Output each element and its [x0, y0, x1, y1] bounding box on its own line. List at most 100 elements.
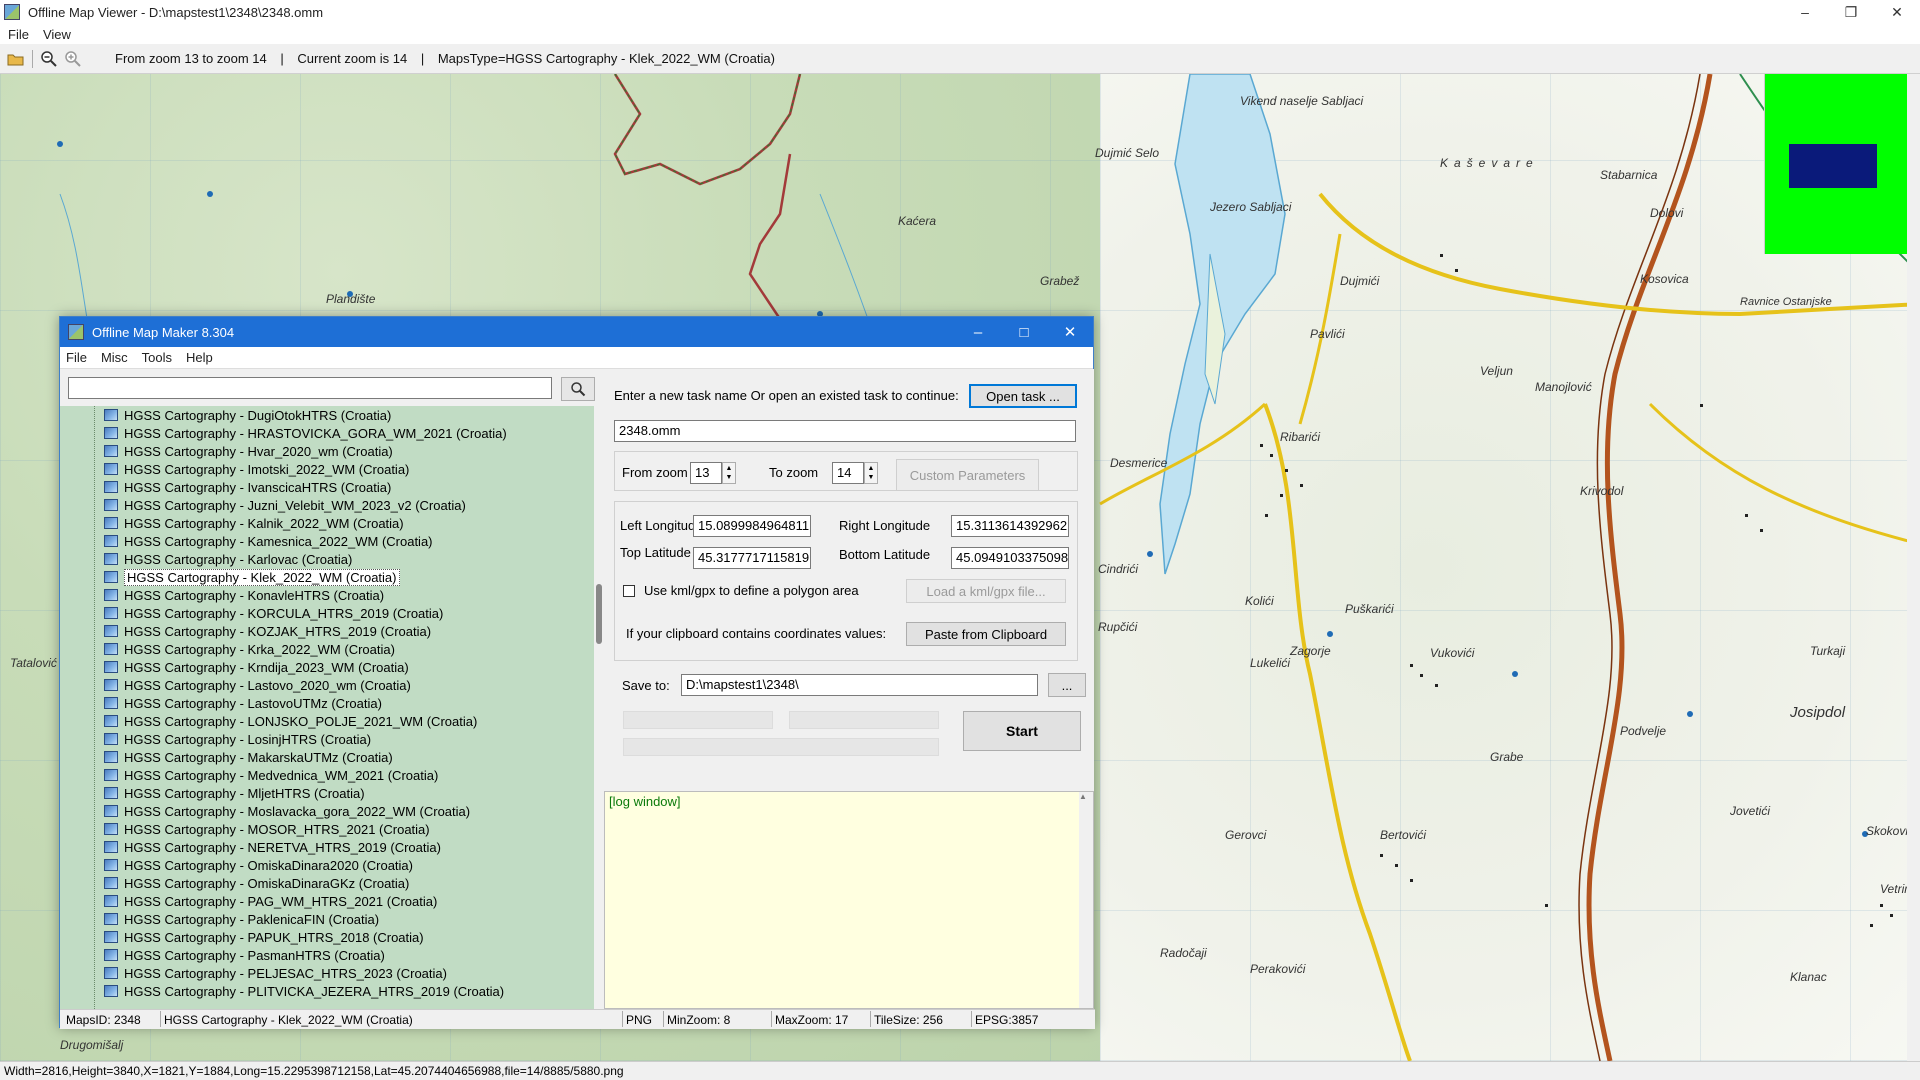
bottom-latitude-input[interactable]: 45.0949103375098 [951, 547, 1069, 569]
start-button[interactable]: Start [963, 711, 1081, 751]
tree-item[interactable]: HGSS Cartography - LosinjHTRS (Croatia) [104, 730, 371, 748]
tree-scrollbar[interactable] [594, 406, 604, 1009]
custom-parameters-button[interactable]: Custom Parameters [896, 459, 1039, 491]
maker-menu-tools[interactable]: Tools [142, 350, 172, 365]
tree-item[interactable]: HGSS Cartography - LONJSKO_POLJE_2021_WM… [104, 712, 477, 730]
task-form-pane: Enter a new task name Or open an existed… [604, 369, 1094, 1009]
tree-item[interactable]: HGSS Cartography - KOZJAK_HTRS_2019 (Cro… [104, 622, 431, 640]
maker-close-button[interactable]: ✕ [1047, 317, 1093, 347]
overview-minimap[interactable] [1764, 74, 1920, 254]
tree-item[interactable]: HGSS Cartography - PasmanHTRS (Croatia) [104, 946, 385, 964]
zoom-in-icon[interactable] [61, 47, 85, 71]
tree-item[interactable]: HGSS Cartography - Kamesnica_2022_WM (Cr… [104, 532, 433, 550]
left-longitude-input[interactable]: 15.0899984964811 [693, 515, 811, 537]
bottom-latitude-label: Bottom Latitude [839, 547, 931, 562]
map-label: Grabe [1490, 750, 1524, 764]
tree-item[interactable]: HGSS Cartography - Karlovac (Croatia) [104, 550, 352, 568]
tree-item[interactable]: HGSS Cartography - Lastovo_2020_wm (Croa… [104, 676, 411, 694]
tree-item[interactable]: HGSS Cartography - MljetHTRS (Croatia) [104, 784, 365, 802]
browse-button[interactable]: ... [1048, 673, 1086, 697]
maps-tree[interactable]: HGSS Cartography - DugiOtokHTRS (Croatia… [60, 406, 594, 1009]
maker-app-icon [68, 324, 84, 340]
status-separator [771, 1011, 772, 1027]
map-scrollbar[interactable] [1907, 74, 1920, 1061]
tree-scrollbar-thumb[interactable] [596, 584, 602, 644]
tree-item[interactable]: HGSS Cartography - KonavleHTRS (Croatia) [104, 586, 384, 604]
tree-item[interactable]: HGSS Cartography - OmiskaDinaraGKz (Croa… [104, 874, 409, 892]
maker-menu-help[interactable]: Help [186, 350, 213, 365]
save-path-input[interactable]: D:\mapstest1\2348\ [681, 674, 1038, 696]
clipboard-label: If your clipboard contains coordinates v… [626, 626, 887, 641]
tree-item[interactable]: HGSS Cartography - Imotski_2022_WM (Croa… [104, 460, 409, 478]
map-tile-icon [104, 985, 118, 997]
tree-item-label: HGSS Cartography - LosinjHTRS (Croatia) [124, 731, 372, 747]
tree-item[interactable]: HGSS Cartography - MOSOR_HTRS_2021 (Croa… [104, 820, 430, 838]
restore-button[interactable]: ❐ [1828, 0, 1874, 24]
tree-item[interactable]: HGSS Cartography - DugiOtokHTRS (Croatia… [104, 406, 391, 424]
search-button[interactable] [561, 377, 595, 401]
tree-item[interactable]: HGSS Cartography - IvanscicaHTRS (Croati… [104, 478, 391, 496]
tree-item[interactable]: HGSS Cartography - PaklenicaFIN (Croatia… [104, 910, 379, 928]
from-zoom-input[interactable]: 13 [690, 462, 722, 484]
to-zoom-input[interactable]: 14 [832, 462, 864, 484]
tree-item[interactable]: HGSS Cartography - Krka_2022_WM (Croatia… [104, 640, 395, 658]
tree-item[interactable]: HGSS Cartography - OmiskaDinara2020 (Cro… [104, 856, 413, 874]
right-longitude-input[interactable]: 15.3113614392962 [951, 515, 1069, 537]
maker-maximize-button[interactable]: □ [1001, 317, 1047, 347]
tree-item[interactable]: HGSS Cartography - Krndija_2023_WM (Croa… [104, 658, 409, 676]
map-maker-window: Offline Map Maker 8.304 – □ ✕ File Misc … [59, 316, 1095, 1029]
map-label: Kolići [1245, 594, 1274, 608]
maker-statusbar: MapsID: 2348 HGSS Cartography - Klek_202… [60, 1009, 1095, 1029]
minimize-button[interactable]: – [1782, 0, 1828, 24]
maker-menu-file[interactable]: File [66, 350, 87, 365]
map-label: Dujmić Selo [1095, 146, 1160, 160]
close-button[interactable]: ✕ [1874, 0, 1920, 24]
tree-item[interactable]: HGSS Cartography - PELJESAC_HTRS_2023 (C… [104, 964, 447, 982]
map-tile-icon [104, 733, 118, 745]
menu-file[interactable]: File [8, 27, 29, 42]
maker-titlebar[interactable]: Offline Map Maker 8.304 – □ ✕ [60, 317, 1093, 347]
tree-item[interactable]: HGSS Cartography - NERETVA_HTRS_2019 (Cr… [104, 838, 441, 856]
open-folder-icon[interactable] [4, 47, 28, 71]
maker-minimize-button[interactable]: – [955, 317, 1001, 347]
overview-viewport-rect[interactable] [1789, 144, 1877, 188]
load-kml-button[interactable]: Load a kml/gpx file... [906, 579, 1066, 603]
map-tile-icon [104, 607, 118, 619]
task-name-input[interactable]: 2348.omm [614, 420, 1076, 442]
log-window[interactable]: [log window] ▲ [604, 791, 1094, 1009]
boundary-line [613, 74, 811, 355]
map-tile-icon [104, 409, 118, 421]
use-kml-checkbox[interactable] [623, 585, 635, 597]
map-label: Kosovica [1640, 272, 1689, 286]
paste-clipboard-button[interactable]: Paste from Clipboard [906, 622, 1066, 646]
tree-item[interactable]: HGSS Cartography - Klek_2022_WM (Croatia… [104, 568, 400, 586]
map-label: Rupčići [1098, 620, 1138, 634]
map-label: Podvelje [1620, 724, 1667, 738]
maps-search-input[interactable] [68, 377, 552, 399]
tree-item[interactable]: HGSS Cartography - Hvar_2020_wm (Croatia… [104, 442, 393, 460]
to-zoom-spinner[interactable]: ▲ ▼ [864, 462, 878, 484]
open-task-button[interactable]: Open task ... [969, 384, 1077, 408]
tree-item[interactable]: HGSS Cartography - Medvednica_WM_2021 (C… [104, 766, 438, 784]
maker-menu-misc[interactable]: Misc [101, 350, 128, 365]
log-scrollbar[interactable]: ▲ [1079, 792, 1093, 1008]
tree-item[interactable]: HGSS Cartography - Moslavacka_gora_2022_… [104, 802, 470, 820]
tree-item[interactable]: HGSS Cartography - LastovoUTMz (Croatia) [104, 694, 382, 712]
menu-view[interactable]: View [43, 27, 71, 42]
tree-item[interactable]: HGSS Cartography - PLITVICKA_JEZERA_HTRS… [104, 982, 504, 1000]
tree-item-label: HGSS Cartography - Hvar_2020_wm (Croatia… [124, 443, 393, 459]
tree-item[interactable]: HGSS Cartography - PAG_WM_HTRS_2021 (Cro… [104, 892, 437, 910]
tree-item[interactable]: HGSS Cartography - KORCULA_HTRS_2019 (Cr… [104, 604, 443, 622]
top-latitude-label: Top Latitude [620, 545, 691, 560]
tree-item[interactable]: HGSS Cartography - Juzni_Velebit_WM_2023… [104, 496, 466, 514]
viewer-toolbar: From zoom 13 to zoom 14 | Current zoom i… [0, 44, 1920, 74]
trail-line [614, 74, 801, 185]
zoom-out-icon[interactable] [37, 47, 61, 71]
from-zoom-spinner[interactable]: ▲ ▼ [722, 462, 736, 484]
top-latitude-input[interactable]: 45.3177717115819 [693, 547, 811, 569]
map-label: Plandište [326, 292, 376, 306]
tree-item[interactable]: HGSS Cartography - Kalnik_2022_WM (Croat… [104, 514, 404, 532]
tree-item[interactable]: HGSS Cartography - HRASTOVICKA_GORA_WM_2… [104, 424, 507, 442]
tree-item[interactable]: HGSS Cartography - PAPUK_HTRS_2018 (Croa… [104, 928, 424, 946]
tree-item[interactable]: HGSS Cartography - MakarskaUTMz (Croatia… [104, 748, 393, 766]
